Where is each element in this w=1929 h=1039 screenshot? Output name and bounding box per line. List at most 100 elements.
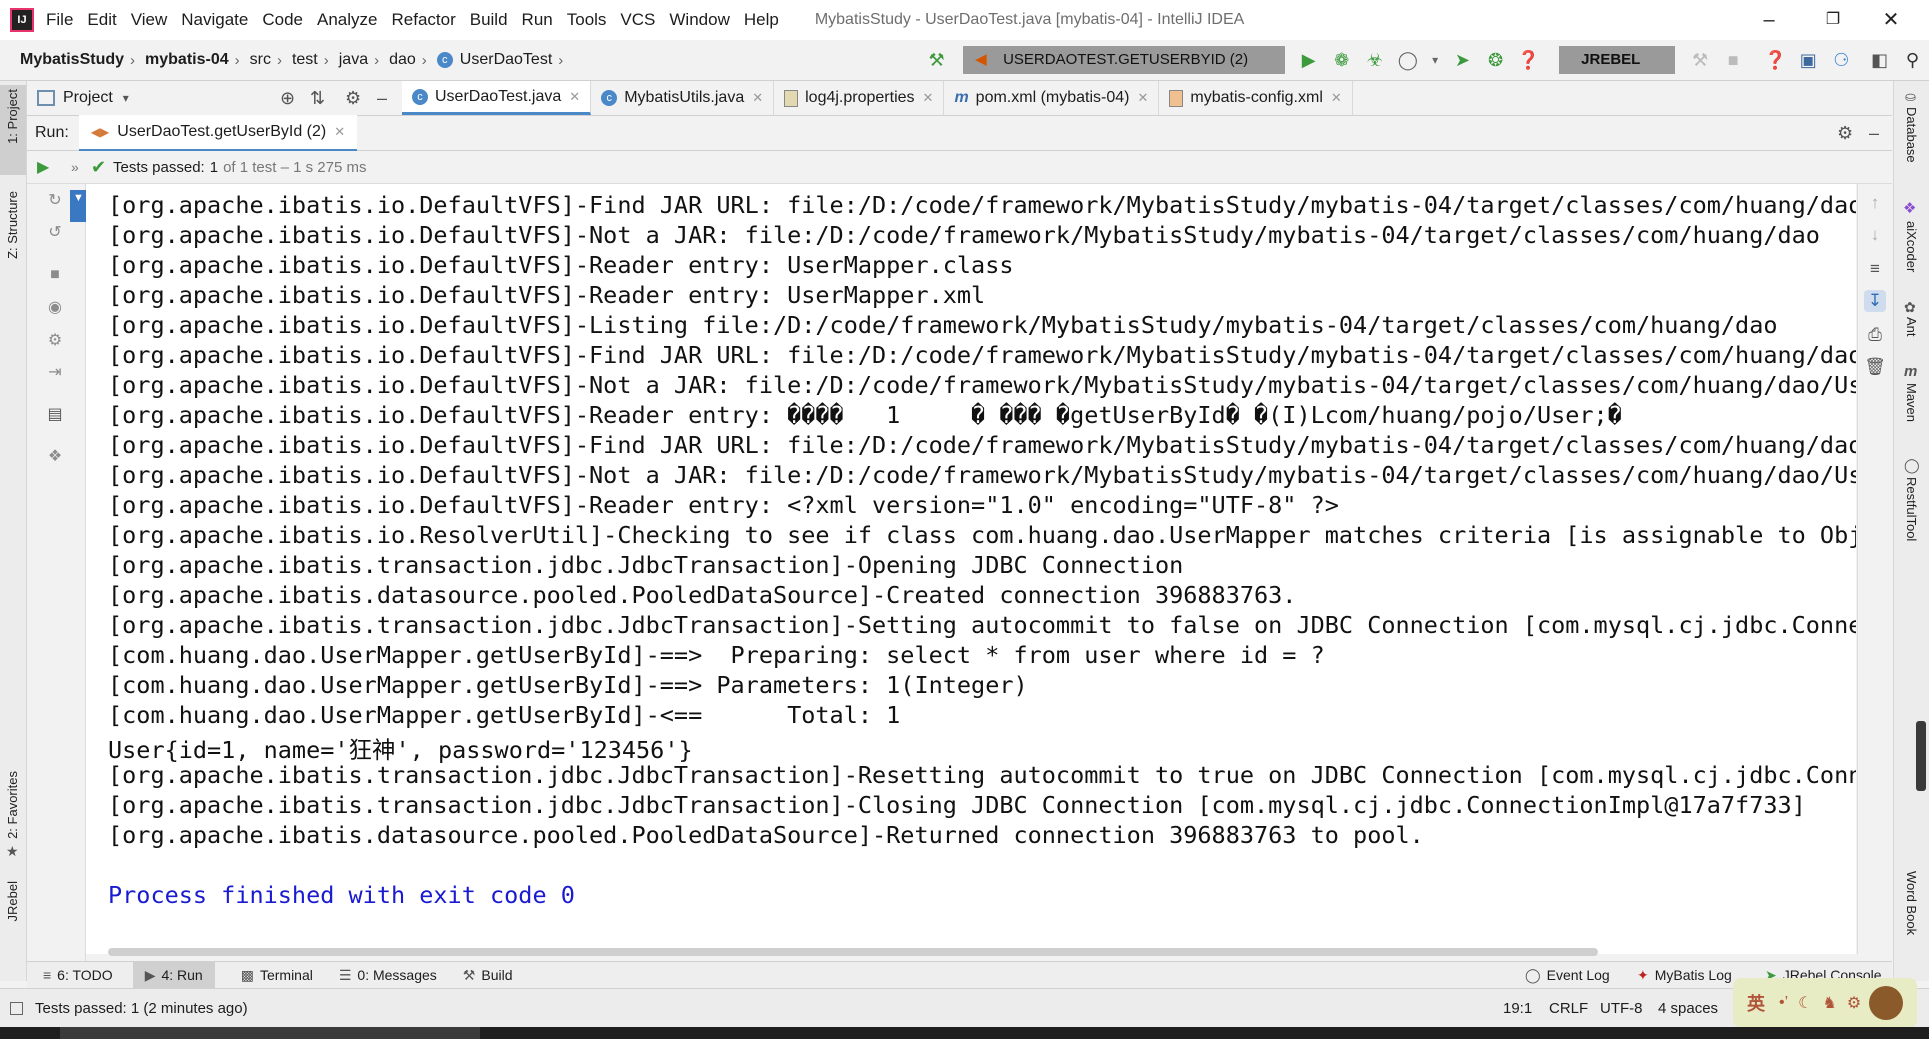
- ime-punctuation-icon[interactable]: •’: [1779, 994, 1788, 1012]
- jrebel-tool-label[interactable]: JRebel: [5, 881, 20, 921]
- menu-tools[interactable]: Tools: [567, 10, 607, 30]
- status-window-icon[interactable]: [10, 1002, 23, 1015]
- project-panel-label[interactable]: Project: [63, 89, 113, 107]
- run-icon[interactable]: ▶: [1297, 48, 1320, 72]
- chevron-down-icon[interactable]: ▾: [1429, 48, 1441, 72]
- aixcoder-tool-label[interactable]: aiXcoder: [1904, 221, 1919, 272]
- terminal-tool[interactable]: ▩ Terminal: [241, 962, 313, 988]
- horizontal-scrollbar[interactable]: [108, 948, 1598, 956]
- todo-tool[interactable]: ≡ 6: TODO: [43, 962, 113, 988]
- menu-edit[interactable]: Edit: [87, 10, 116, 30]
- close-icon[interactable]: ✕: [1331, 90, 1342, 106]
- run-tab[interactable]: ◀▶ UserDaoTest.getUserById (2) ✕: [78, 114, 358, 152]
- breadcrumb-dao[interactable]: dao: [389, 51, 416, 69]
- close-icon[interactable]: ✕: [923, 90, 934, 106]
- arrow-down-icon[interactable]: ↓: [1864, 224, 1886, 246]
- taskbar-active-app[interactable]: [60, 1027, 480, 1039]
- breadcrumb-test[interactable]: test: [292, 51, 318, 69]
- layout-icon[interactable]: ▤: [44, 404, 66, 426]
- ime-gear-icon[interactable]: ⚙: [1847, 993, 1861, 1013]
- tab-pom[interactable]: m pom.xml (mybatis-04) ✕: [944, 81, 1160, 115]
- presentation-icon[interactable]: ◧: [1868, 48, 1891, 72]
- wordbook-tool-label[interactable]: Word Book: [1904, 871, 1919, 935]
- profile-icon[interactable]: ◯: [1396, 48, 1419, 72]
- console-output[interactable]: [org.apache.ibatis.io.DefaultVFS]-Find J…: [86, 184, 1856, 954]
- menu-window[interactable]: Window: [669, 10, 729, 30]
- ime-toolbar[interactable]: 英 •’ ☾ ♞ ⚙: [1733, 978, 1917, 1028]
- ime-mode-label[interactable]: 英: [1747, 990, 1765, 1016]
- maven-tool-label[interactable]: Maven: [1904, 383, 1919, 422]
- database-tool-label[interactable]: Database: [1904, 107, 1919, 163]
- menu-help[interactable]: Help: [744, 10, 779, 30]
- close-icon[interactable]: ✕: [1864, 0, 1918, 40]
- print-icon[interactable]: ⎙: [1864, 324, 1886, 346]
- menu-vcs[interactable]: VCS: [620, 10, 655, 30]
- run-config-selector[interactable]: ◀ USERDAOTEST.GETUSERBYID (2) ▾: [963, 46, 1286, 96]
- collapse-all-icon[interactable]: ⇅: [310, 88, 325, 109]
- jrebel-dropdown[interactable]: JREBEL ▾: [1559, 46, 1675, 96]
- jrebel-debug-icon[interactable]: ❂: [1484, 48, 1507, 72]
- menu-analyze[interactable]: Analyze: [317, 10, 377, 30]
- help-icon[interactable]: ❓: [1764, 48, 1787, 72]
- breadcrumb-java[interactable]: java: [339, 51, 368, 69]
- line-separator[interactable]: CRLF: [1549, 1000, 1588, 1017]
- status-message[interactable]: Tests passed: 1 (2 minutes ago): [35, 1000, 248, 1017]
- mybatis-log-tool[interactable]: ✦ MyBatis Log: [1637, 962, 1732, 988]
- file-encoding[interactable]: UTF-8: [1600, 1000, 1643, 1017]
- tab-mybatisutils[interactable]: c MybatisUtils.java ✕: [591, 81, 775, 115]
- restfultool-tool-label[interactable]: RestfulTool: [1904, 477, 1919, 541]
- jrebel-help-icon[interactable]: ❓: [1517, 48, 1540, 72]
- ime-moon-icon[interactable]: ☾: [1798, 993, 1812, 1013]
- messages-tool[interactable]: ☰ 0: Messages: [339, 962, 437, 988]
- close-icon[interactable]: ✕: [752, 90, 763, 106]
- menu-build[interactable]: Build: [470, 10, 508, 30]
- project-tool-label[interactable]: 1: Project: [5, 89, 20, 144]
- console-fold-marker[interactable]: ▼: [70, 190, 86, 222]
- structure-tool-label[interactable]: Z: Structure: [5, 191, 20, 259]
- menu-file[interactable]: File: [46, 10, 73, 30]
- coverage-icon[interactable]: ☣: [1363, 48, 1386, 72]
- menu-view[interactable]: View: [131, 10, 168, 30]
- translate-icon[interactable]: ⚆: [1830, 48, 1853, 72]
- menu-code[interactable]: Code: [262, 10, 303, 30]
- close-icon[interactable]: ✕: [1137, 90, 1148, 106]
- tab-mybatis-config[interactable]: mybatis-config.xml ✕: [1159, 81, 1353, 115]
- breadcrumb-src[interactable]: src: [250, 51, 271, 69]
- tab-userdaotest[interactable]: c UserDaoTest.java ✕: [402, 81, 592, 115]
- project-structure-icon[interactable]: ▣: [1797, 48, 1820, 72]
- close-icon[interactable]: ✕: [334, 124, 345, 140]
- menu-run[interactable]: Run: [522, 10, 553, 30]
- soft-wrap-icon[interactable]: ≡: [1864, 258, 1886, 280]
- search-icon[interactable]: ⚲: [1901, 48, 1924, 72]
- scroll-to-end-icon[interactable]: ↧: [1864, 290, 1886, 312]
- breadcrumb-class[interactable]: UserDaoTest: [460, 51, 552, 69]
- hide-panel-icon[interactable]: –: [1869, 123, 1879, 144]
- event-log-tool[interactable]: ◯ Event Log: [1525, 962, 1610, 988]
- close-icon[interactable]: ✕: [569, 89, 580, 105]
- rerun-icon[interactable]: ▶: [37, 157, 49, 177]
- hide-panel-icon[interactable]: –: [377, 88, 387, 109]
- build-hammer-icon[interactable]: ⚒: [925, 48, 948, 72]
- minimize-icon[interactable]: –: [1742, 0, 1796, 40]
- locate-icon[interactable]: ⊕: [280, 88, 295, 109]
- jrebel-run-icon[interactable]: ➤: [1451, 48, 1474, 72]
- menu-refactor[interactable]: Refactor: [391, 10, 455, 30]
- caret-position[interactable]: 19:1: [1503, 1000, 1532, 1017]
- gear-icon[interactable]: ⚙: [345, 88, 361, 109]
- run-tool[interactable]: ▶ 4: Run: [132, 962, 215, 988]
- ant-tool-label[interactable]: Ant: [1904, 317, 1919, 337]
- chevron-down-icon[interactable]: ▾: [123, 91, 129, 105]
- breadcrumb-project[interactable]: MybatisStudy: [20, 51, 124, 69]
- restore-icon[interactable]: ❐: [1806, 0, 1860, 40]
- trash-icon[interactable]: 🗑: [1864, 356, 1886, 378]
- arrow-up-icon[interactable]: ↑: [1864, 192, 1886, 214]
- pin-icon[interactable]: ❖: [44, 446, 66, 468]
- menu-navigate[interactable]: Navigate: [181, 10, 248, 30]
- gear-icon[interactable]: ⚙: [1837, 123, 1853, 144]
- favorites-tool-label[interactable]: 2: Favorites: [5, 771, 20, 839]
- breadcrumb-module[interactable]: mybatis-04: [145, 51, 229, 69]
- tab-log4j[interactable]: log4j.properties ✕: [774, 81, 945, 115]
- indent-setting[interactable]: 4 spaces: [1658, 1000, 1718, 1017]
- ime-shirt-icon[interactable]: ♞: [1823, 993, 1837, 1013]
- debug-icon[interactable]: ❁: [1330, 48, 1353, 72]
